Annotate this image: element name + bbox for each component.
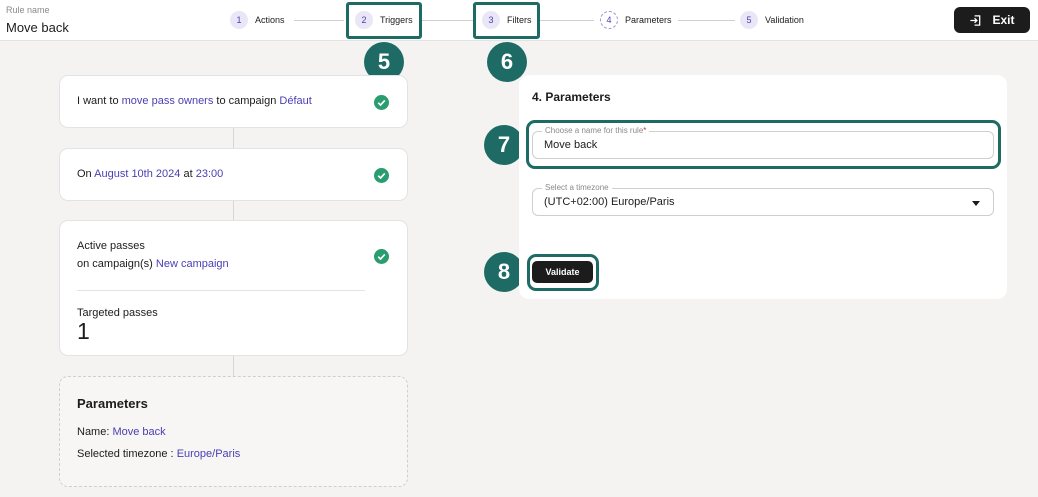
stepper-line-1	[294, 20, 344, 21]
step-parameters[interactable]: 4 Parameters	[600, 10, 672, 30]
summary-connector	[233, 128, 234, 148]
caret-down-icon[interactable]	[972, 201, 980, 206]
exit-label: Exit	[992, 13, 1015, 27]
stepper-line-3	[539, 20, 594, 21]
exit-button[interactable]: Exit	[954, 7, 1030, 33]
timezone-value: (UTC+02:00) Europe/Paris	[544, 196, 675, 208]
trigger-summary-card[interactable]: On August 10th 2024 at 23:00	[59, 148, 408, 201]
check-circle-icon	[374, 95, 389, 110]
parameters-timezone-line: Selected timezone : Europe/Paris	[77, 448, 241, 460]
filter-summary-card[interactable]: Active passes on campaign(s) New campaig…	[59, 220, 408, 356]
step-label: Parameters	[625, 15, 672, 25]
check-circle-icon	[374, 168, 389, 183]
parameters-summary-card: Parameters Name: Move back Selected time…	[59, 376, 408, 487]
check-circle-icon	[374, 249, 389, 264]
parameters-summary-title: Parameters	[77, 396, 148, 411]
targeted-passes-count: 1	[77, 318, 90, 344]
summary-connector	[233, 356, 234, 376]
highlight-triggers	[346, 2, 422, 39]
step-actions[interactable]: 1 Actions	[230, 10, 285, 30]
step-validation[interactable]: 5 Validation	[740, 10, 804, 30]
step-number: 1	[230, 11, 248, 29]
annotation-badge-8: 8	[484, 252, 524, 292]
card-divider	[77, 290, 365, 291]
step-number: 5	[740, 11, 758, 29]
step-label: Validation	[765, 15, 804, 25]
annotation-badge-6: 6	[487, 42, 527, 82]
timezone-legend: Select a timezone	[542, 183, 612, 192]
stepper-line-2	[420, 20, 475, 21]
trigger-summary-text: On August 10th 2024 at 23:00	[77, 168, 224, 180]
parameters-name-line: Name: Move back	[77, 426, 166, 438]
highlight-validate-button	[527, 254, 599, 291]
step-label: Actions	[255, 15, 285, 25]
annotation-badge-7: 7	[484, 125, 524, 165]
exit-icon	[970, 14, 981, 26]
timezone-select[interactable]: Select a timezone (UTC+02:00) Europe/Par…	[532, 183, 994, 216]
action-summary-card[interactable]: I want to move pass owners to campaign D…	[59, 75, 408, 128]
panel-title: 4. Parameters	[532, 90, 611, 104]
filter-line-2: on campaign(s) New campaign	[77, 258, 229, 270]
stepper-line-4	[678, 20, 735, 21]
step-number: 4	[600, 11, 618, 29]
filter-line-1: Active passes	[77, 240, 145, 252]
action-summary-text: I want to move pass owners to campaign D…	[77, 95, 312, 107]
highlight-rule-name-field	[526, 120, 1001, 169]
summary-connector	[233, 201, 234, 220]
rule-name-value[interactable]: Move back	[6, 20, 69, 35]
highlight-filters	[473, 2, 540, 39]
rule-name-label: Rule name	[6, 5, 50, 15]
